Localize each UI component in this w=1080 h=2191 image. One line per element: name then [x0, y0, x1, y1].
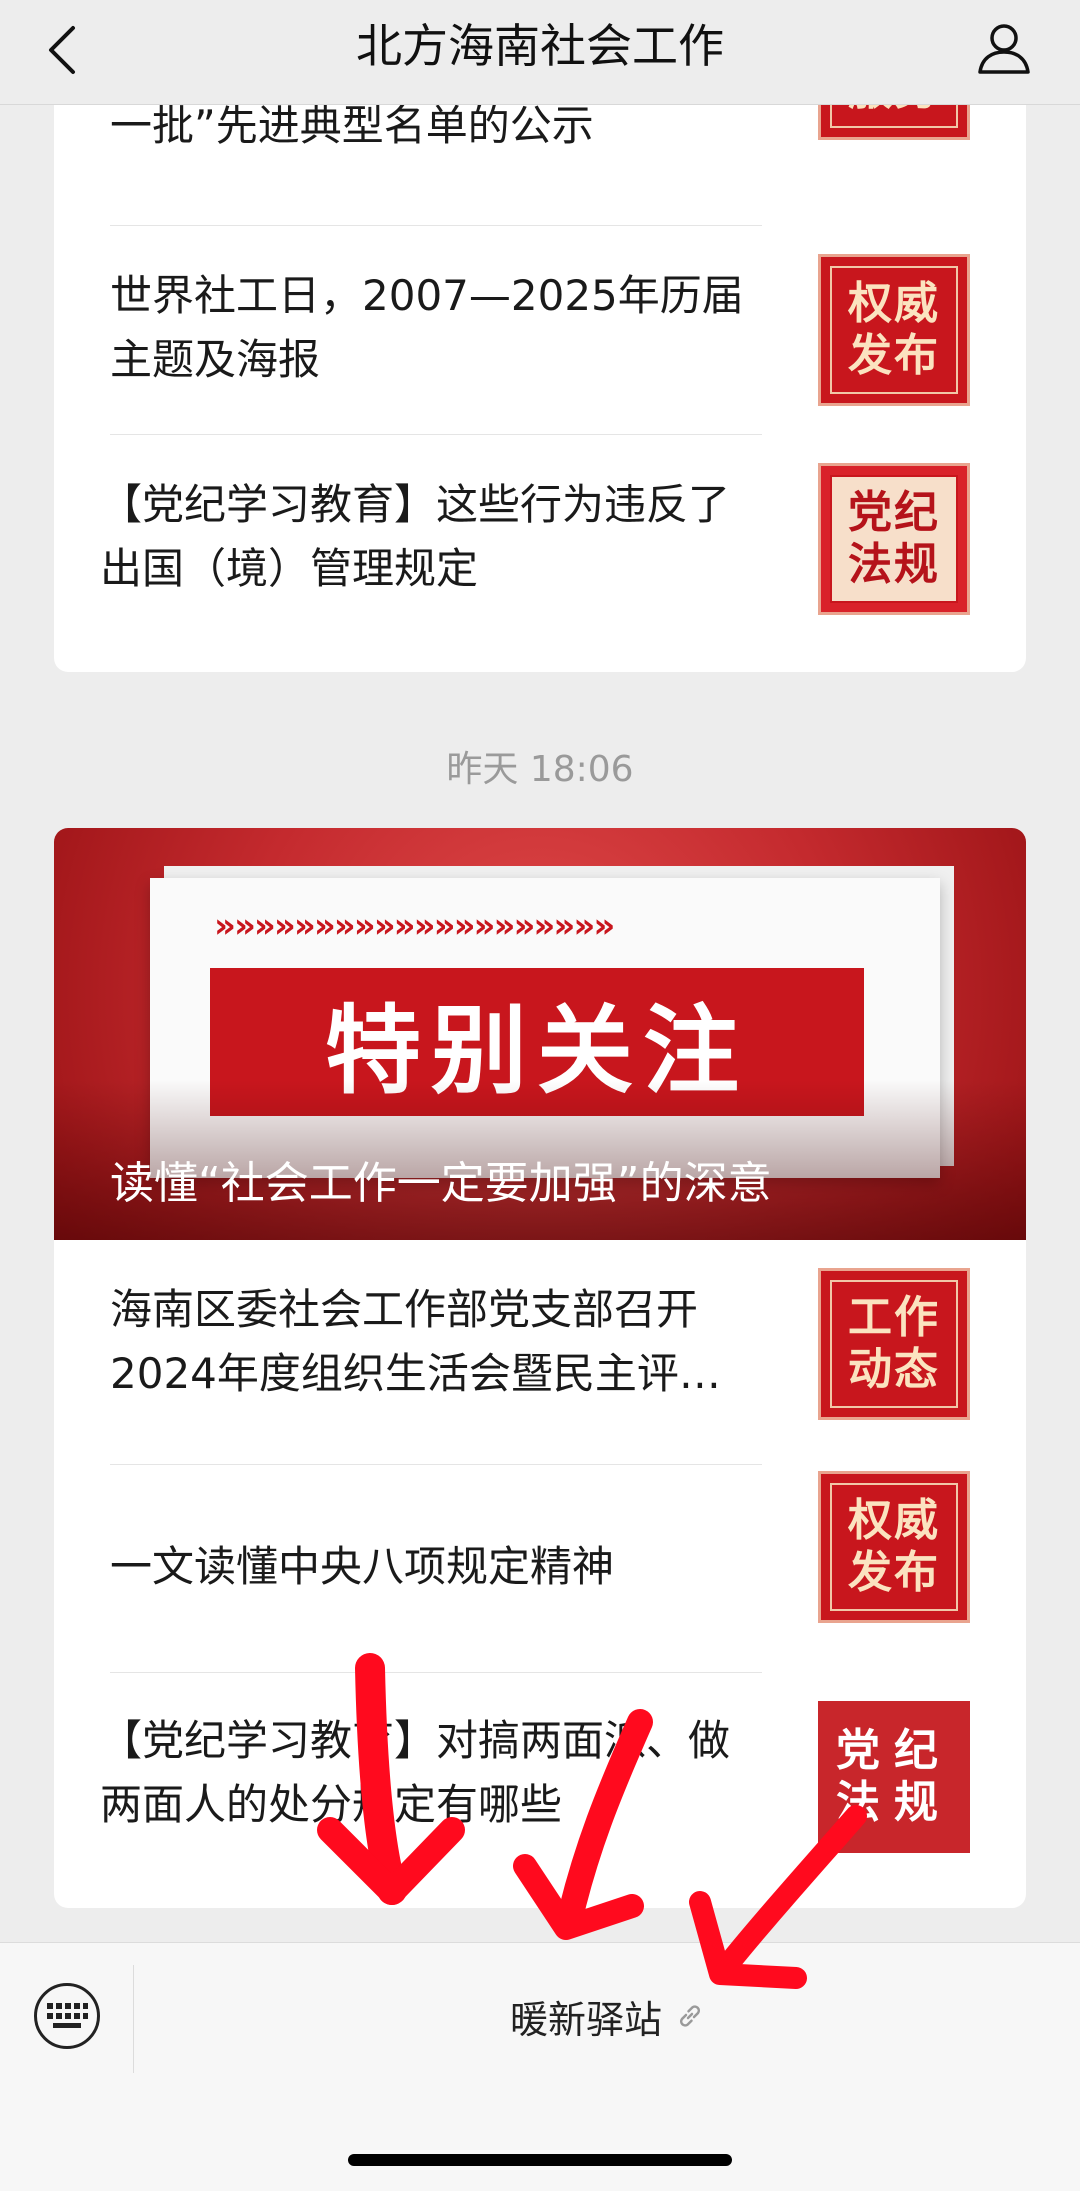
article-thumbnail: 党纪 法规 — [818, 463, 970, 615]
menu-item-nuanxin-yizhan[interactable]: 暖新驿站 — [134, 1983, 1080, 2049]
lead-article-title: 读懂“社会工作一定要加强”的深意 — [110, 1158, 772, 1209]
article-item[interactable]: 【党纪学习教育】对搞两面派、做两面人的处分规定有哪些 党纪 法规 — [100, 1673, 970, 1879]
article-item[interactable]: 一文读懂中央八项规定精神 权威 发布 — [110, 1465, 970, 1671]
article-item[interactable]: 海南区委社会工作部党支部召开2024年度组织生活会暨民主评… 工作 动态 — [110, 1240, 970, 1446]
thumb-line: 动态 — [848, 1344, 940, 1395]
article-thumbnail: 权威 发布 — [818, 1471, 970, 1623]
article-title: 世界社工日，2007—2025年历届主题及海报 — [110, 271, 744, 384]
article-thumbnail: 党纪 法规 — [818, 1701, 970, 1853]
article-group-card: 关于2024年度全区志愿服务“四个一批”先进典型名单的公示 志愿 服务 世界社工… — [54, 60, 1026, 672]
thumb-line: 权威 — [848, 278, 940, 329]
menu-item-label: 暖新驿站 — [509, 1997, 662, 2042]
profile-button[interactable] — [972, 16, 1036, 80]
thumb-line: 工作 — [848, 1292, 940, 1343]
back-button[interactable] — [38, 18, 86, 82]
article-item[interactable]: 【党纪学习教育】这些行为违反了出国（境）管理规定 党纪 法规 — [100, 435, 970, 641]
link-icon — [680, 2005, 700, 2027]
article-title: 一文读懂中央八项规定精神 — [110, 1542, 615, 1591]
article-thumbnail: 工作 动态 — [818, 1268, 970, 1420]
thumb-line: 发布 — [848, 330, 940, 381]
lead-article-banner[interactable]: »»»»»»»»»»»»»»»»»»»» 特别关注 读懂“社会工作一定要加强”的… — [54, 828, 1026, 1240]
banner-chevrons: »»»»»»»»»»»»»»»»»»»» — [214, 906, 615, 946]
nav-header: 北方海南社会工作 — [0, 0, 1080, 105]
thumb-line: 党纪 — [836, 1725, 952, 1776]
thumb-line: 法规 — [848, 539, 940, 590]
article-group-card: »»»»»»»»»»»»»»»»»»»» 特别关注 读懂“社会工作一定要加强”的… — [54, 828, 1026, 1908]
article-title: 【党纪学习教育】对搞两面派、做两面人的处分规定有哪些 — [100, 1716, 731, 1829]
thumb-line: 发布 — [848, 1547, 940, 1598]
article-list-page: 关于2024年度全区志愿服务“四个一批”先进典型名单的公示 志愿 服务 世界社工… — [0, 0, 1080, 2191]
home-indicator — [348, 2154, 732, 2166]
article-thumbnail: 权威 发布 — [818, 254, 970, 406]
thumb-line: 权威 — [848, 1495, 940, 1546]
article-title: 海南区委社会工作部党支部召开2024年度组织生活会暨民主评… — [110, 1285, 721, 1398]
profile-icon — [978, 24, 1030, 74]
page-title: 北方海南社会工作 — [356, 19, 724, 73]
thumb-line: 法规 — [836, 1777, 952, 1828]
thumb-line: 党纪 — [848, 487, 940, 538]
article-item[interactable]: 世界社工日，2007—2025年历届主题及海报 权威 发布 — [110, 226, 970, 432]
keyboard-toggle-button[interactable] — [34, 1983, 100, 2049]
article-title: 【党纪学习教育】这些行为违反了出国（境）管理规定 — [100, 480, 731, 593]
keyboard-icon — [47, 2003, 88, 2028]
back-icon — [49, 26, 75, 74]
message-timestamp: 昨天 18:06 — [446, 749, 634, 790]
